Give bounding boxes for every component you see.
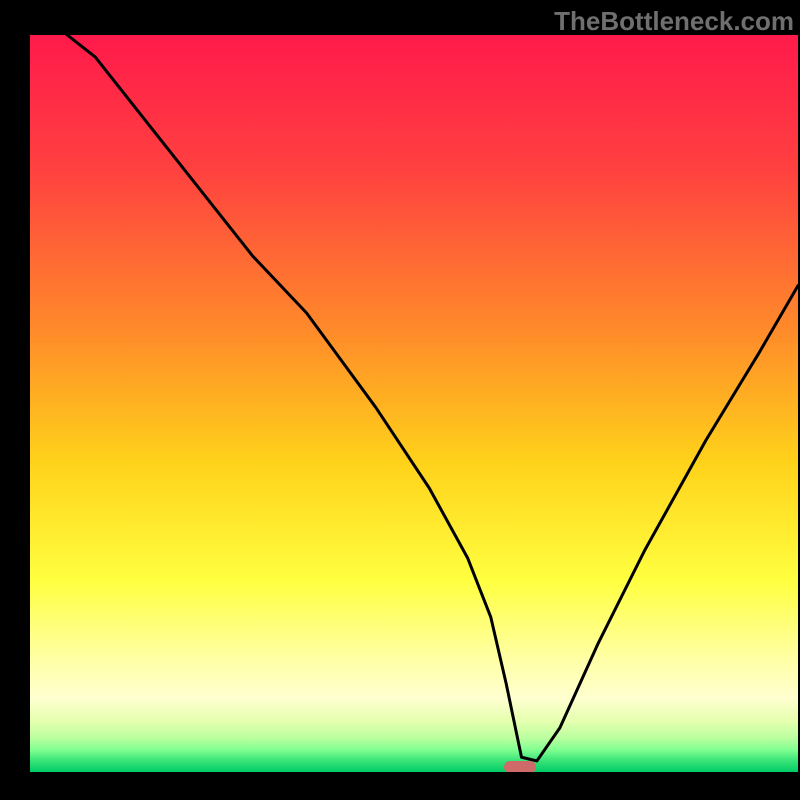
optimum-marker <box>504 761 536 772</box>
plot-area <box>30 35 798 772</box>
watermark-text: TheBottleneck.com <box>554 6 794 37</box>
bottleneck-curve <box>30 35 798 772</box>
chart-stage: TheBottleneck.com <box>0 0 800 800</box>
